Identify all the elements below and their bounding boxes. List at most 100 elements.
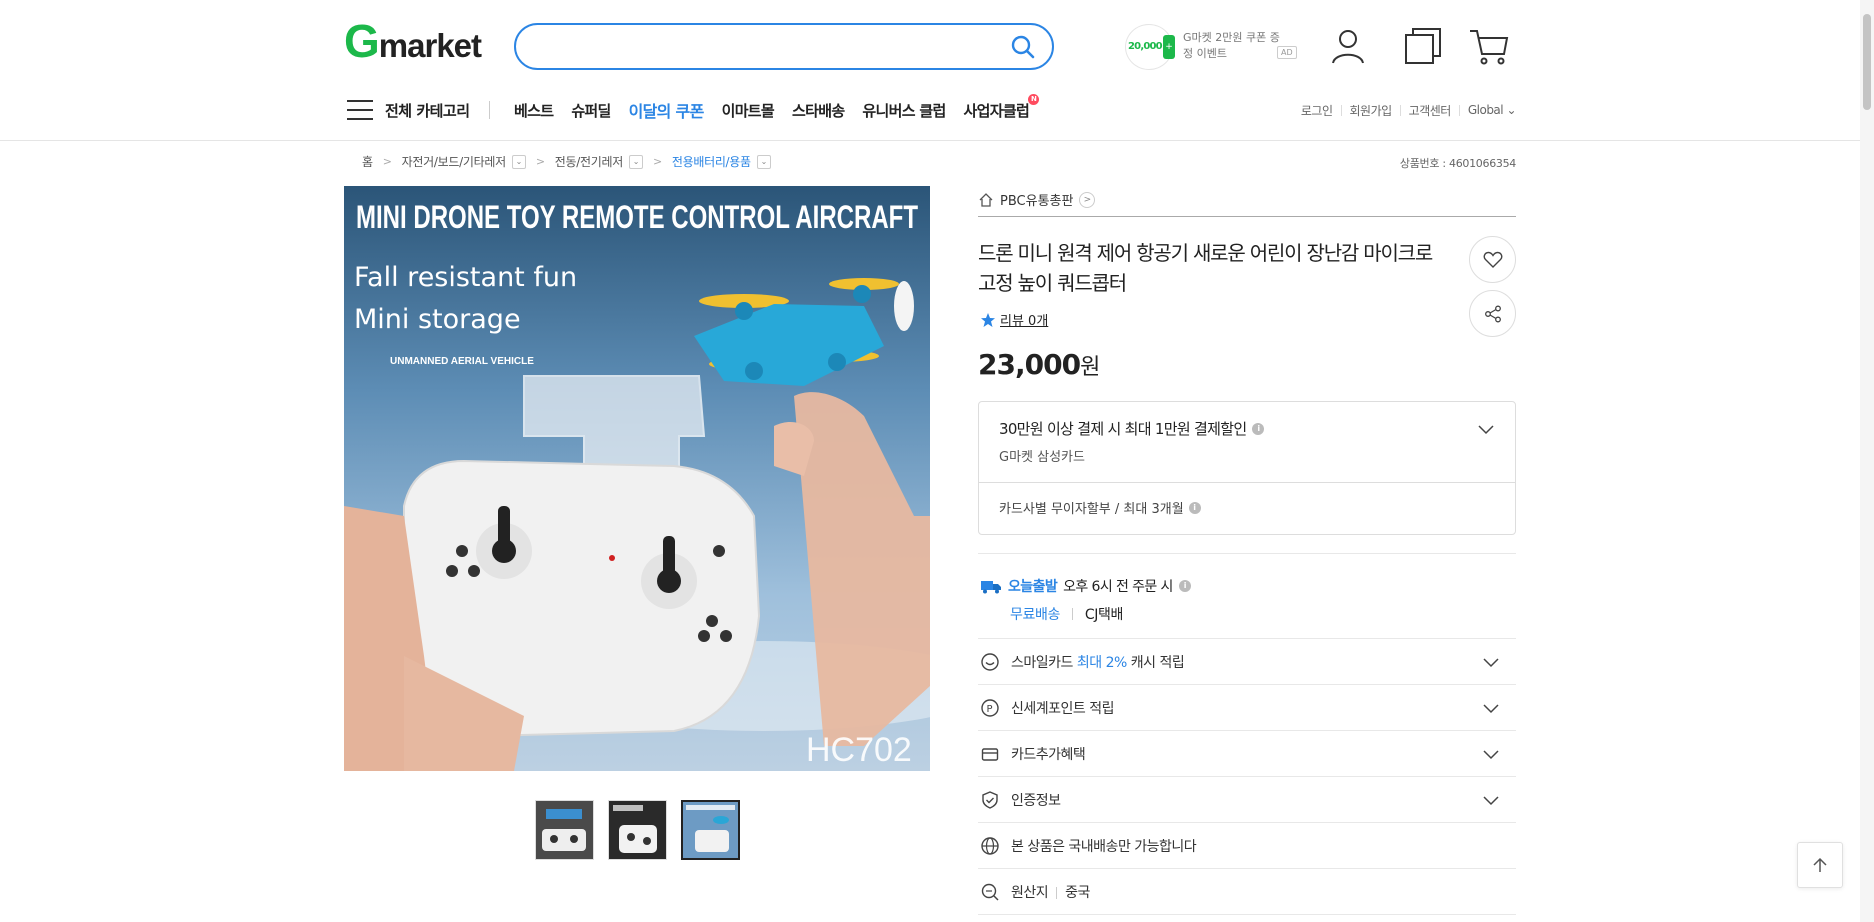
- all-categories-button[interactable]: 전체 카테고리: [347, 95, 470, 125]
- certification-text: 인증정보: [1011, 792, 1061, 809]
- scroll-to-top-button[interactable]: [1797, 842, 1843, 888]
- chevron-down-icon[interactable]: ⌄: [628, 154, 643, 169]
- wishlist-button[interactable]: [1469, 236, 1516, 283]
- link-divider: [1340, 104, 1342, 116]
- search-icon[interactable]: [1010, 34, 1036, 60]
- nav-items: 베스트 슈퍼딜 이달의 쿠폰 이마트몰 스타배송 유니버스 클럽 사업자클럽 N: [514, 93, 1047, 125]
- signup-link[interactable]: 회원가입: [1350, 102, 1393, 119]
- nav-emart-mall[interactable]: 이마트몰: [722, 100, 775, 121]
- info-icon[interactable]: i: [1188, 501, 1201, 514]
- chevron-down-icon[interactable]: [1482, 653, 1500, 671]
- info-icon[interactable]: i: [1252, 422, 1265, 435]
- shinsegae-point-text: 신세계포인트 적립: [1011, 700, 1115, 717]
- header: Gmarket 20,000 + G마켓 2만원 쿠폰 증정 이벤트 AD: [0, 0, 1874, 95]
- thumbnail-2[interactable]: [608, 800, 667, 860]
- logo-g: G: [344, 15, 380, 67]
- global-link[interactable]: Global ⌄: [1468, 103, 1517, 117]
- image-headline: MINI DRONE TOY REMOTE CONTROL AIRCRAFT: [356, 199, 918, 235]
- chevron-down-icon[interactable]: [1482, 791, 1500, 809]
- product-image-drawing: MINI DRONE TOY REMOTE CONTROL AIRCRAFT F…: [344, 186, 930, 771]
- card-extra-benefit-text: 카드추가혜택: [1011, 746, 1086, 763]
- card-discount-title-row[interactable]: 30만원 이상 결제 시 최대 1만원 결제할인 i: [999, 418, 1265, 439]
- thumbnail-3[interactable]: [681, 800, 740, 860]
- product-title: 드론 미니 원격 제어 항공기 새로운 어린이 장난감 마이크로 고정 높이 쿼…: [978, 241, 1433, 295]
- coupon-banner[interactable]: 20,000 + G마켓 2만원 쿠폰 증정 이벤트 AD: [1125, 24, 1300, 72]
- nav-business-club[interactable]: 사업자클럽 N: [963, 93, 1040, 121]
- origin-row: 원산지 중국: [978, 869, 1516, 915]
- card-discount-title: 30만원 이상 결제 시 최대 1만원 결제할인: [999, 420, 1247, 438]
- smile-card-row[interactable]: 스마일카드 최대 2% 캐시 적립: [978, 639, 1516, 685]
- card-divider: [979, 482, 1515, 483]
- chevron-right-icon: >: [652, 155, 662, 168]
- login-link[interactable]: 로그인: [1301, 102, 1333, 119]
- cart-icon[interactable]: [1469, 26, 1509, 66]
- today-dispatch-desc: 오후 6시 전 주문 시: [1063, 579, 1173, 595]
- breadcrumb-home[interactable]: 홈: [362, 153, 373, 170]
- heart-icon: [1483, 251, 1502, 268]
- chevron-down-icon[interactable]: [1482, 699, 1500, 717]
- nav-monthly-coupon[interactable]: 이달의 쿠폰: [629, 98, 705, 122]
- review-summary[interactable]: 리뷰 0개: [980, 310, 1048, 329]
- breadcrumb-category-2[interactable]: 전동/전기레저: [555, 153, 623, 170]
- point-icon: P: [981, 698, 999, 717]
- smile-icon: [981, 652, 999, 671]
- free-shipping-label: 무료배송: [1010, 607, 1060, 623]
- seller-divider: [978, 216, 1516, 217]
- nav-star-delivery[interactable]: 스타배송: [792, 100, 845, 121]
- search-box: [514, 23, 1054, 70]
- chevron-right-icon: >: [382, 155, 392, 168]
- scrollbar-thumb[interactable]: [1863, 14, 1871, 110]
- breadcrumb: 홈 > 자전거/보드/기타레저 ⌄ > 전동/전기레저 ⌄ > 전용배터리/용품…: [362, 153, 771, 170]
- chevron-down-icon[interactable]: [1482, 745, 1500, 763]
- nav-best[interactable]: 베스트: [514, 100, 554, 121]
- breadcrumb-category-1[interactable]: 자전거/보드/기타레저: [402, 153, 506, 170]
- nav-superdeal[interactable]: 슈퍼딜: [571, 100, 611, 121]
- share-button[interactable]: [1469, 290, 1516, 337]
- svg-text:P: P: [987, 704, 993, 715]
- seller-link[interactable]: PBC유통총판 >: [978, 190, 1096, 209]
- price-unit: 원: [1080, 355, 1100, 380]
- info-icon[interactable]: i: [1178, 580, 1191, 592]
- chevron-down-icon[interactable]: ⌄: [511, 154, 526, 169]
- image-model: HC702: [806, 731, 912, 769]
- section-divider: [978, 553, 1516, 554]
- hamburger-icon: [347, 100, 373, 120]
- chevron-down-icon[interactable]: ⌄: [756, 154, 771, 169]
- user-icon[interactable]: [1328, 26, 1368, 66]
- thumbnail-1[interactable]: [535, 800, 594, 860]
- link-divider: [1399, 104, 1401, 116]
- recent-items-icon[interactable]: [1403, 26, 1443, 66]
- page-scrollbar[interactable]: [1860, 0, 1874, 922]
- customer-center-link[interactable]: 고객센터: [1409, 102, 1452, 119]
- main-nav: 전체 카테고리 베스트 슈퍼딜 이달의 쿠폰 이마트몰 스타배송 유니버스 클럽…: [0, 93, 1874, 141]
- smile-card-text: 스마일카드 최대 2% 캐시 적립: [1011, 654, 1185, 671]
- home-icon: [979, 192, 993, 207]
- arrow-up-icon: [1813, 857, 1827, 872]
- nav-business-club-label: 사업자클럽: [963, 101, 1030, 120]
- certification-row[interactable]: 인증정보: [978, 777, 1516, 823]
- gmarket-logo[interactable]: Gmarket: [344, 18, 482, 65]
- product-main-image[interactable]: MINI DRONE TOY REMOTE CONTROL AIRCRAFT F…: [344, 186, 930, 771]
- search-input[interactable]: [536, 25, 996, 68]
- coupon-amount: 20,000: [1128, 41, 1163, 52]
- chevron-down-icon[interactable]: [1477, 420, 1495, 438]
- credit-card-icon: [981, 747, 999, 761]
- domestic-shipping-text: 본 상품은 국내배송만 가능합니다: [1011, 838, 1197, 855]
- card-extra-benefit-row[interactable]: 카드추가혜택: [978, 731, 1516, 777]
- thumbnail-list: [535, 800, 740, 860]
- origin-value: 중국: [1065, 884, 1090, 901]
- nav-universe-club[interactable]: 유니버스 클럽: [862, 100, 946, 121]
- divider: [1071, 608, 1073, 620]
- shinsegae-point-row[interactable]: P 신세계포인트 적립: [978, 685, 1516, 731]
- carrier-name: CJ택배: [1084, 607, 1123, 623]
- price-value: 23,000: [978, 348, 1081, 381]
- installment-text: 카드사별 무이자할부 / 최대 3개월: [999, 502, 1184, 517]
- new-badge: N: [1028, 93, 1040, 105]
- breadcrumb-category-3[interactable]: 전용배터리/용품: [672, 153, 751, 170]
- review-link: 리뷰 0개: [1000, 314, 1049, 329]
- seller-name: PBC유통총판: [1000, 194, 1074, 209]
- share-icon: [1484, 305, 1501, 322]
- product-number: 상품번호 : 4601066354: [1399, 157, 1516, 170]
- image-line2: Mini storage: [354, 304, 521, 335]
- star-icon: [981, 312, 995, 327]
